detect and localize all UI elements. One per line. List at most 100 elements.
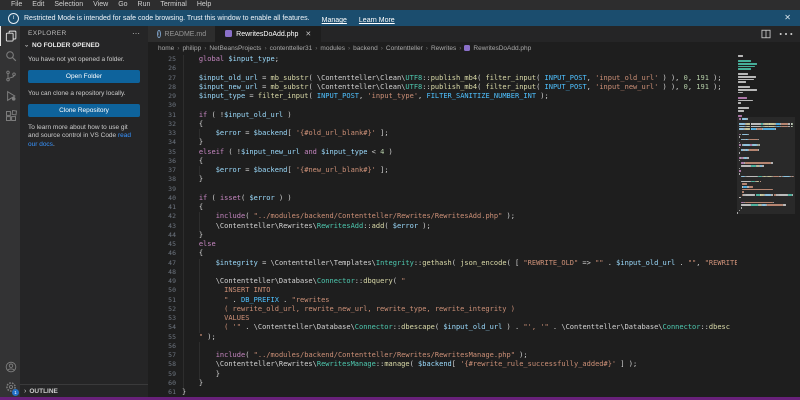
line-number: 38 xyxy=(148,175,182,184)
code-line[interactable]: 32{ xyxy=(148,120,737,129)
line-number: 30 xyxy=(148,101,182,110)
open-folder-button[interactable]: Open Folder xyxy=(28,70,140,83)
code-line[interactable]: 36{ xyxy=(148,157,737,166)
minimap[interactable] xyxy=(737,54,795,397)
breadcrumb-item[interactable]: backend xyxy=(353,45,378,52)
code-line[interactable]: 48 xyxy=(148,268,737,277)
close-icon[interactable]: ✕ xyxy=(305,30,311,38)
menu-item-selection[interactable]: Selection xyxy=(49,0,88,10)
activity-search[interactable] xyxy=(0,46,20,66)
code-line[interactable]: 46{ xyxy=(148,249,737,258)
line-number: 43 xyxy=(148,222,182,231)
close-icon[interactable]: ✕ xyxy=(784,13,791,22)
more-actions-icon[interactable]: ⋯ xyxy=(778,24,794,44)
code-line[interactable]: 27$input_old_url = mb_substr( \Contentte… xyxy=(148,74,737,83)
menu-item-view[interactable]: View xyxy=(88,0,113,10)
line-number: 42 xyxy=(148,212,182,221)
breadcrumb-item[interactable]: Contentteller xyxy=(386,45,423,52)
line-number: 51 xyxy=(148,296,182,305)
code-line[interactable]: 40if ( isset( $error ) ) xyxy=(148,194,737,203)
chevron-right-icon: › xyxy=(24,388,26,395)
activity-explorer[interactable] xyxy=(0,26,20,46)
explorer-sidebar: EXPLORER ⋯ ⌄ NO FOLDER OPENED You have n… xyxy=(20,26,148,397)
code-line[interactable]: 35elseif ( !$input_new_url and $input_ty… xyxy=(148,148,737,157)
menu-item-run[interactable]: Run xyxy=(133,0,156,10)
code-line[interactable]: 51" . DB_PREFIX . "rewrites xyxy=(148,296,737,305)
sidebar-title: EXPLORER xyxy=(28,30,67,37)
breadcrumb-item[interactable]: modules xyxy=(320,45,345,52)
code-line[interactable]: 43\Contentteller\Rewrites\RewritesAdd::a… xyxy=(148,222,737,231)
manage-link[interactable]: Manage xyxy=(322,17,347,24)
code-line[interactable]: 58\Contentteller\Rewrites\RewritesManage… xyxy=(148,360,737,369)
code-line[interactable]: 54( '" . \Contentteller\Database\Connect… xyxy=(148,323,737,332)
line-number: 48 xyxy=(148,268,182,277)
code-line[interactable]: 39 xyxy=(148,185,737,194)
code-line[interactable]: 45else xyxy=(148,240,737,249)
menu-item-help[interactable]: Help xyxy=(192,0,216,10)
line-number: 28 xyxy=(148,83,182,92)
learn-more-link[interactable]: Learn More xyxy=(359,17,395,24)
activity-extensions[interactable] xyxy=(0,106,20,126)
activity-source-control[interactable] xyxy=(0,66,20,86)
activity-settings[interactable]: 1 xyxy=(0,377,20,397)
code-line[interactable]: 38} xyxy=(148,175,737,184)
split-editor-icon[interactable] xyxy=(761,29,771,39)
menu-item-go[interactable]: Go xyxy=(113,0,132,10)
code-line[interactable]: 33$error = $backend[ '{#old_url_blank#}'… xyxy=(148,129,737,138)
breadcrumb-item[interactable]: RewritesDoAdd.php xyxy=(464,45,531,52)
code-line[interactable]: 30 xyxy=(148,101,737,110)
breadcrumb-item[interactable]: Rewrites xyxy=(431,45,456,52)
chevron-right-icon: › xyxy=(348,45,350,52)
info-icon: i xyxy=(8,13,19,24)
breadcrumb-item[interactable]: NetBeansProjects xyxy=(209,45,261,52)
line-number: 60 xyxy=(148,379,182,388)
line-number: 39 xyxy=(148,185,182,194)
banner-message: Restricted Mode is intended for safe cod… xyxy=(24,15,310,22)
line-number: 36 xyxy=(148,157,182,166)
chevron-right-icon: › xyxy=(264,45,266,52)
code-line[interactable]: 53VALUES xyxy=(148,314,737,323)
code-line[interactable]: 59} xyxy=(148,370,737,379)
outline-section-header[interactable]: › OUTLINE xyxy=(20,384,148,397)
code-line[interactable]: 60} xyxy=(148,379,737,388)
code-line[interactable]: 41{ xyxy=(148,203,737,212)
code-line[interactable]: 55" ); xyxy=(148,333,737,342)
code-line[interactable]: 26 xyxy=(148,64,737,73)
activity-accounts[interactable] xyxy=(0,357,20,377)
line-number: 54 xyxy=(148,323,182,332)
code-editor[interactable]: 25global $input_type;2627$input_old_url … xyxy=(148,55,737,397)
code-line[interactable]: 31if ( !$input_old_url ) xyxy=(148,111,737,120)
menu-item-terminal[interactable]: Terminal xyxy=(155,0,191,10)
menu-item-edit[interactable]: Edit xyxy=(27,0,49,10)
code-line[interactable]: 52( rewrite_old_url, rewrite_new_url, re… xyxy=(148,305,737,314)
menu-item-file[interactable]: File xyxy=(6,0,27,10)
chevron-right-icon: › xyxy=(381,45,383,52)
section-no-folder-opened[interactable]: ⌄ NO FOLDER OPENED xyxy=(20,39,148,52)
breadcrumb-item[interactable]: home xyxy=(158,45,174,52)
code-line[interactable]: 49\Contentteller\Database\Connector::dbq… xyxy=(148,277,737,286)
account-icon xyxy=(5,361,17,373)
more-actions-icon[interactable]: ⋯ xyxy=(132,31,140,37)
breadcrumb-item[interactable]: contentteller31 xyxy=(270,45,313,52)
line-number: 47 xyxy=(148,259,182,268)
clone-repository-button[interactable]: Clone Repository xyxy=(28,104,140,117)
code-line[interactable]: 25global $input_type; xyxy=(148,55,737,64)
tab-rewritesdoadd-php[interactable]: RewritesDoAdd.php✕ xyxy=(216,26,321,42)
code-line[interactable]: 50INSERT INTO xyxy=(148,286,737,295)
code-line[interactable]: 57include( "../modules/backend/Contentte… xyxy=(148,351,737,360)
search-icon xyxy=(5,50,17,62)
code-line[interactable]: 28$input_new_url = mb_substr( \Contentte… xyxy=(148,83,737,92)
code-line[interactable]: 47$integrity = \Contentteller\Templates\… xyxy=(148,259,737,268)
code-line[interactable]: 34} xyxy=(148,138,737,147)
code-line[interactable]: 61} xyxy=(148,388,737,397)
code-line[interactable]: 42include( "../modules/backend/Contentte… xyxy=(148,212,737,221)
code-line[interactable]: 29$input_type = filter_input( INPUT_POST… xyxy=(148,92,737,101)
code-line[interactable]: 37$error = $backend[ '{#new_url_blank#}'… xyxy=(148,166,737,175)
breadcrumb-item[interactable]: philipp xyxy=(182,45,201,52)
tab-readme-md[interactable]: iREADME.md xyxy=(148,26,216,42)
code-line[interactable]: 44} xyxy=(148,231,737,240)
code-line[interactable]: 56 xyxy=(148,342,737,351)
minimap-viewport[interactable] xyxy=(737,117,795,214)
activity-run-debug[interactable] xyxy=(0,86,20,106)
line-number: 37 xyxy=(148,166,182,175)
